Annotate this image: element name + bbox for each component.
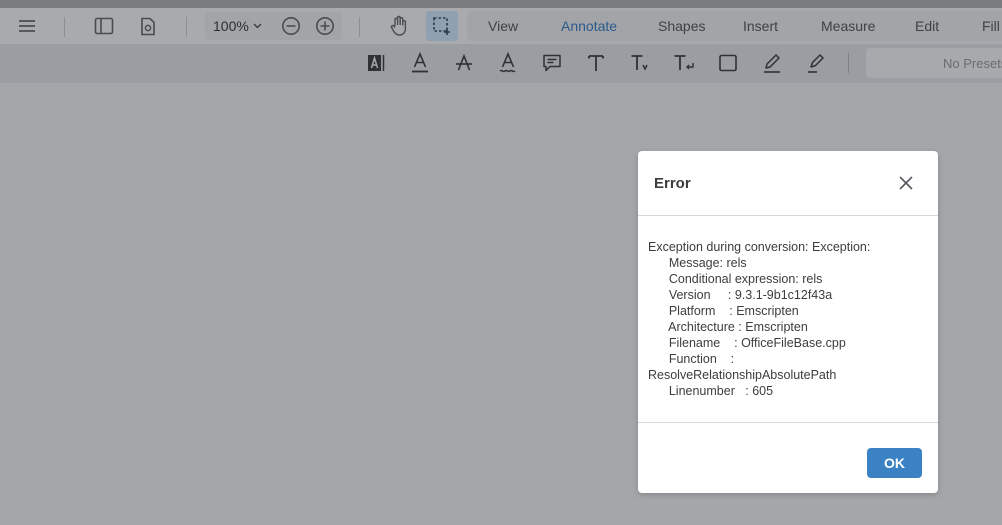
pan-hand-icon[interactable] <box>386 8 412 44</box>
message-line: Function : <box>648 352 735 366</box>
tab-insert[interactable]: Insert <box>743 8 778 44</box>
dialog-title: Error <box>654 175 691 192</box>
menu-icon[interactable] <box>14 8 40 44</box>
toolbar-separator <box>64 17 65 37</box>
message-line: Exception during conversion: Exception: <box>648 240 871 254</box>
comment-icon[interactable] <box>540 50 564 76</box>
text-underline-icon[interactable] <box>408 50 432 76</box>
tab-view[interactable]: View <box>488 8 518 44</box>
tab-fill[interactable]: Fill <box>982 8 1000 44</box>
text-callout-icon[interactable] <box>628 50 652 76</box>
text-squiggly-icon[interactable] <box>496 50 520 76</box>
toolbar-separator <box>186 17 187 37</box>
ok-button[interactable]: OK <box>867 448 922 478</box>
message-line: ResolveRelationshipAbsolutePath <box>648 368 837 382</box>
marquee-select-icon[interactable] <box>429 8 455 44</box>
zoom-out-icon[interactable] <box>278 8 304 44</box>
panel-toggle-icon[interactable] <box>91 8 117 44</box>
dialog-message: Exception during conversion: Exception: … <box>648 239 930 399</box>
presets-placeholder: No Presets <box>943 55 1002 71</box>
message-line: Message: rels <box>648 256 747 270</box>
document-settings-icon[interactable] <box>135 8 161 44</box>
highlighter-icon[interactable] <box>804 50 828 76</box>
dialog-footer: OK <box>638 422 938 494</box>
error-dialog: Error Exception during conversion: Excep… <box>638 151 938 493</box>
chevron-down-icon <box>253 21 262 32</box>
message-line: Filename : OfficeFileBase.cpp <box>648 336 846 350</box>
tab-annotate[interactable]: Annotate <box>561 8 617 44</box>
tab-measure[interactable]: Measure <box>821 8 875 44</box>
toolbar-separator <box>359 17 360 37</box>
rectangle-icon[interactable] <box>716 50 740 76</box>
dialog-header: Error <box>638 151 938 216</box>
zoom-value: 100% <box>213 18 249 34</box>
free-text-icon[interactable] <box>364 50 388 76</box>
message-line: Version : 9.3.1-9b1c12f43a <box>648 288 833 302</box>
message-line: Linenumber : 605 <box>648 384 774 398</box>
text-strikeout-icon[interactable] <box>452 50 476 76</box>
tab-edit[interactable]: Edit <box>915 8 939 44</box>
text-icon[interactable] <box>584 50 608 76</box>
message-line: Architecture : Emscripten <box>648 320 808 334</box>
text-insert-icon[interactable] <box>672 50 696 76</box>
message-line: Platform : Emscripten <box>648 304 799 318</box>
message-line: Conditional expression: rels <box>648 272 823 286</box>
window-top-strip <box>0 0 1002 8</box>
freehand-pen-icon[interactable] <box>760 50 784 76</box>
tab-shapes[interactable]: Shapes <box>658 8 705 44</box>
close-icon[interactable] <box>896 173 916 193</box>
zoom-dropdown[interactable]: 100% <box>213 8 262 44</box>
toolbar-separator <box>848 53 849 73</box>
zoom-in-icon[interactable] <box>312 8 338 44</box>
